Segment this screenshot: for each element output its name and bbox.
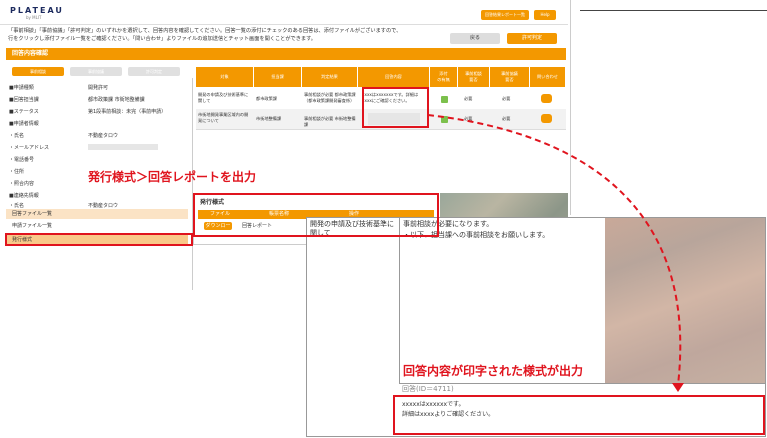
dashed-arrow [427, 114, 684, 392]
annotation-label-2: 回答内容が印字された様式が出力 [403, 364, 584, 378]
annotation-label-1: 発行様式＞回答レポートを出力 [88, 170, 257, 184]
